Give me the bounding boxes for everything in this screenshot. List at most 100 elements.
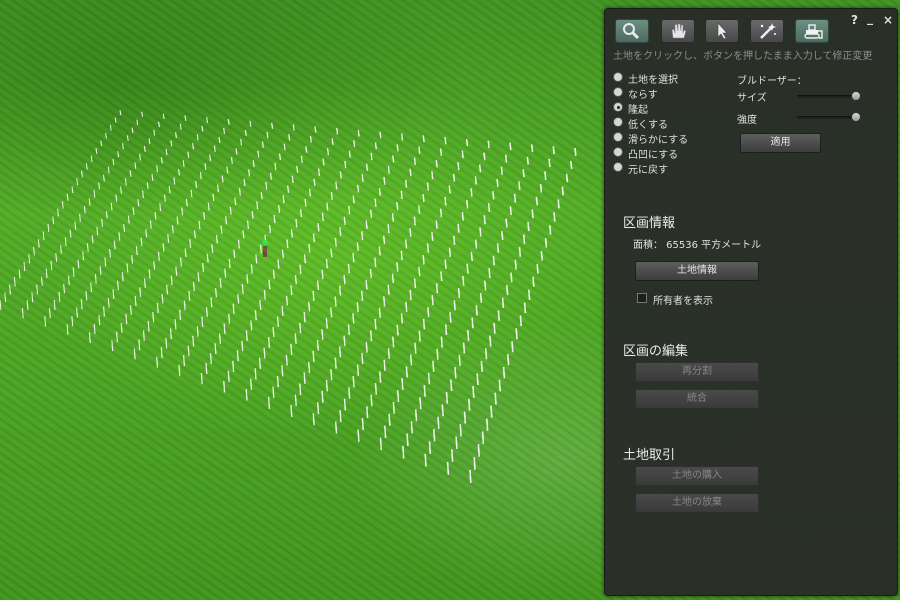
radio-dot[interactable] bbox=[613, 132, 623, 142]
boundary-post bbox=[418, 330, 421, 342]
boundary-post bbox=[28, 254, 31, 264]
boundary-post bbox=[209, 154, 212, 162]
land-tool-button[interactable] bbox=[795, 19, 829, 43]
boundary-post bbox=[509, 206, 512, 216]
buy-land-button[interactable]: 土地の購入 bbox=[635, 466, 759, 486]
boundary-post bbox=[285, 295, 289, 306]
radio-dot[interactable] bbox=[613, 72, 623, 82]
boundary-post bbox=[467, 329, 470, 341]
boundary-post bbox=[476, 373, 479, 386]
boundary-post bbox=[492, 255, 495, 266]
boundary-post bbox=[109, 249, 111, 258]
boundary-post bbox=[480, 360, 483, 373]
boundary-post bbox=[352, 253, 355, 263]
boundary-post bbox=[384, 425, 387, 439]
abandon-land-button[interactable]: 土地の放棄 bbox=[635, 493, 759, 513]
boundary-post bbox=[325, 259, 328, 269]
boundary-post bbox=[53, 299, 56, 310]
boundary-post bbox=[215, 234, 218, 244]
bulldozer-icon bbox=[804, 24, 823, 39]
avatar[interactable] bbox=[261, 240, 269, 258]
subdivide-button[interactable]: 再分割 bbox=[635, 362, 759, 382]
apply-button[interactable]: 適用 bbox=[740, 133, 821, 153]
boundary-post bbox=[134, 162, 137, 169]
boundary-post bbox=[55, 253, 58, 262]
boundary-post bbox=[229, 206, 232, 215]
boundary-post bbox=[142, 330, 145, 341]
boundary-post bbox=[143, 278, 146, 288]
boundary-post bbox=[431, 171, 434, 180]
boundary-post bbox=[296, 165, 299, 173]
radio-dot[interactable] bbox=[613, 162, 623, 172]
boundary-post bbox=[299, 208, 303, 218]
boundary-post bbox=[361, 174, 364, 182]
arrow-pointer-icon bbox=[717, 22, 728, 40]
boundary-post bbox=[378, 246, 381, 256]
help-button[interactable]: ? bbox=[851, 13, 858, 27]
strength-label: 強度 bbox=[737, 115, 757, 126]
boundary-post bbox=[312, 413, 315, 426]
boundary-post bbox=[449, 312, 452, 323]
size-slider-knob[interactable] bbox=[851, 91, 861, 101]
boundary-post bbox=[396, 390, 400, 402]
radio-dot[interactable] bbox=[613, 147, 623, 157]
boundary-post bbox=[455, 436, 458, 450]
boundary-post bbox=[418, 146, 421, 154]
boundary-post bbox=[63, 283, 66, 294]
boundary-post bbox=[370, 152, 373, 161]
boundary-post bbox=[308, 301, 311, 312]
zoom-tool-button[interactable] bbox=[615, 19, 649, 43]
mode-label: 隆起 bbox=[628, 105, 648, 116]
boundary-post bbox=[530, 144, 534, 153]
create-tool-button[interactable] bbox=[750, 19, 784, 43]
join-button[interactable]: 統合 bbox=[635, 389, 759, 409]
boundary-post bbox=[210, 297, 213, 308]
boundary-post bbox=[81, 170, 83, 178]
boundary-post bbox=[142, 190, 144, 198]
boundary-post bbox=[102, 174, 105, 182]
boundary-post bbox=[240, 139, 243, 146]
boundary-post bbox=[278, 153, 282, 161]
parcel-area-text: 面積： 65536 平方メートル bbox=[633, 240, 762, 251]
boundary-post bbox=[220, 225, 223, 234]
boundary-post bbox=[299, 322, 302, 334]
radio-dot[interactable] bbox=[613, 87, 623, 97]
radio-dot[interactable] bbox=[613, 102, 623, 112]
boundary-post bbox=[237, 293, 240, 304]
boundary-post bbox=[223, 380, 226, 393]
boundary-post bbox=[374, 382, 378, 395]
boundary-post bbox=[119, 109, 122, 116]
select-tool-button[interactable] bbox=[705, 19, 739, 43]
boundary-post bbox=[268, 279, 271, 290]
boundary-post bbox=[273, 215, 276, 224]
boundary-post bbox=[101, 218, 104, 227]
minimize-button[interactable]: _ bbox=[867, 11, 873, 25]
boundary-post bbox=[366, 406, 369, 419]
boundary-post bbox=[156, 165, 159, 173]
boundary-post bbox=[413, 216, 416, 226]
radio-dot[interactable] bbox=[613, 117, 623, 127]
size-slider[interactable] bbox=[797, 91, 865, 101]
strength-slider-knob[interactable] bbox=[851, 112, 861, 122]
boundary-post bbox=[52, 216, 55, 225]
boundary-post bbox=[205, 307, 208, 318]
boundary-post bbox=[80, 299, 83, 310]
boundary-post bbox=[4, 292, 7, 303]
boundary-post bbox=[136, 119, 139, 126]
close-button[interactable]: × bbox=[883, 13, 893, 27]
boundary-post bbox=[401, 133, 404, 141]
boundary-post bbox=[544, 171, 547, 180]
show-owners-checkbox-box[interactable] bbox=[637, 293, 647, 303]
boundary-post bbox=[255, 254, 258, 264]
boundary-post bbox=[156, 302, 159, 313]
boundary-post bbox=[281, 249, 284, 259]
boundary-post bbox=[179, 123, 182, 130]
about-land-button[interactable]: 土地情報 bbox=[635, 261, 759, 281]
boundary-post bbox=[160, 157, 163, 164]
boundary-post bbox=[207, 202, 210, 211]
boundary-post bbox=[96, 227, 99, 236]
boundary-post bbox=[77, 259, 80, 269]
strength-slider[interactable] bbox=[797, 112, 865, 122]
grab-tool-button[interactable] bbox=[661, 19, 695, 43]
boundary-post bbox=[204, 163, 207, 171]
